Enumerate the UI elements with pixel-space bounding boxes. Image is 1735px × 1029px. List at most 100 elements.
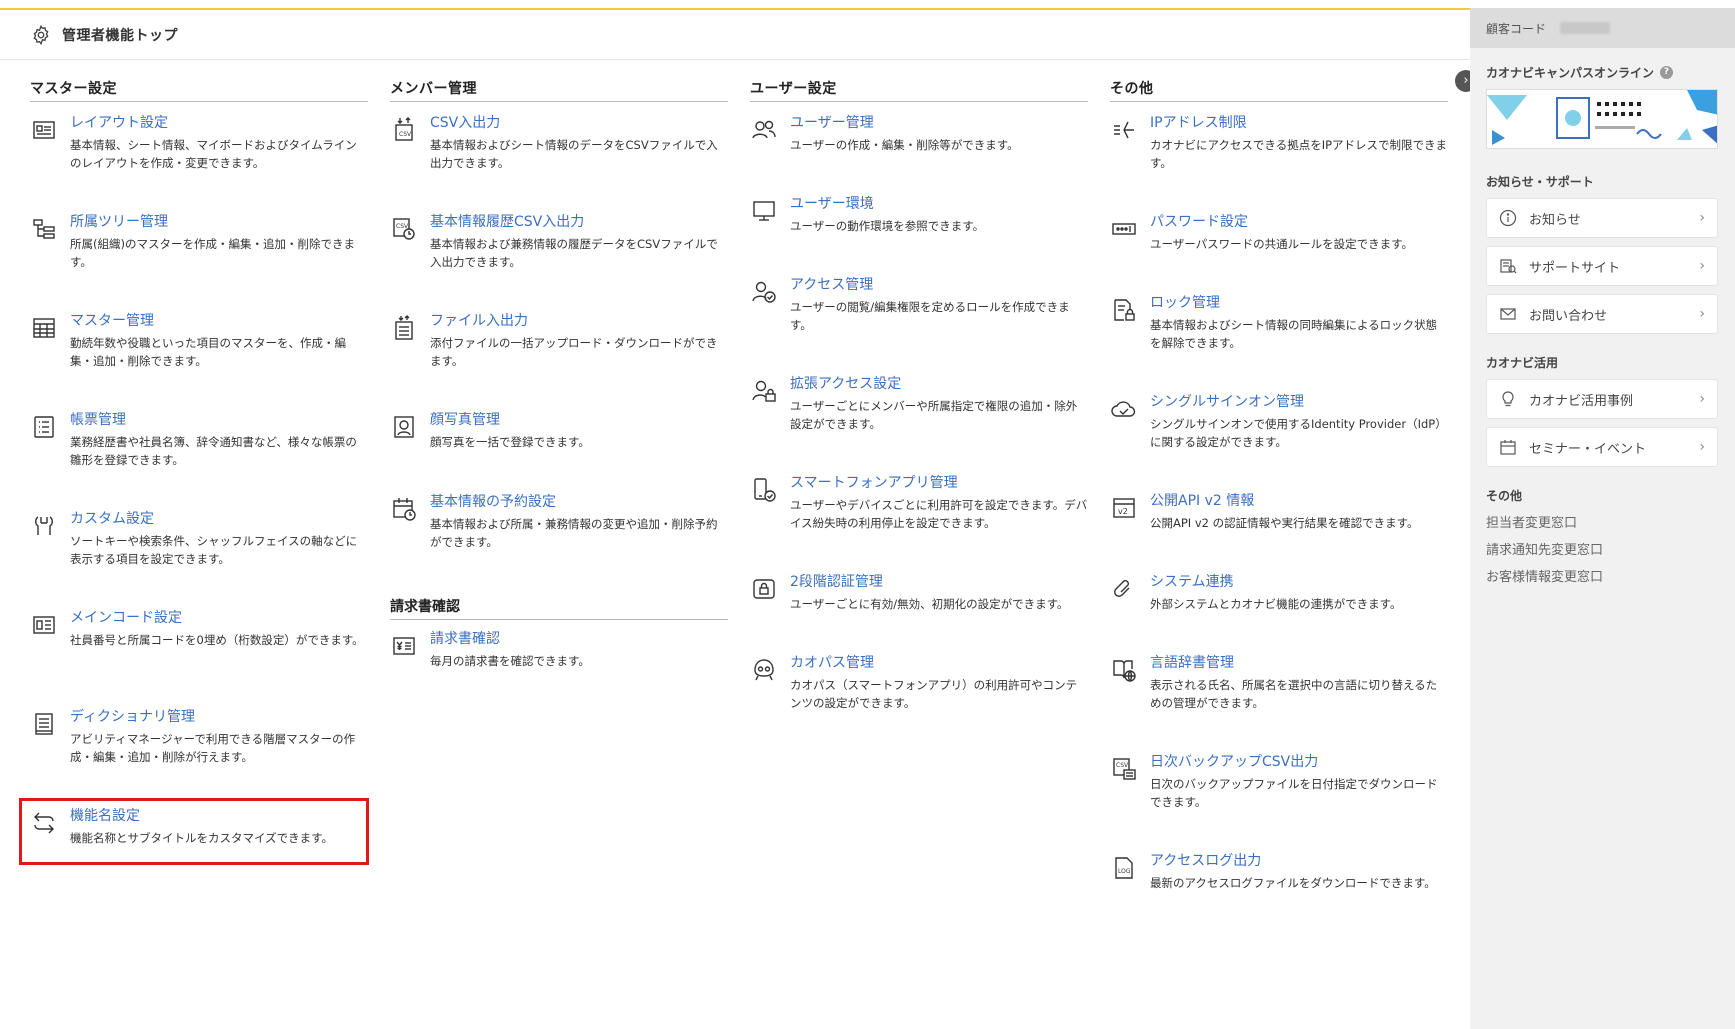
menu-item-lock[interactable]: ロック管理 基本情報およびシート情報の同時編集によるロック状態を解除できます。 [1110, 294, 1448, 352]
menu-item-daily-backup[interactable]: CSV 日次バックアップCSV出力 日次のバックアップファイルを日付指定でダウンロ… [1110, 753, 1448, 811]
chevron-right-icon: › [1699, 439, 1705, 455]
menu-item-label[interactable]: カスタム設定 [70, 510, 368, 528]
menu-item-desc: ユーザーパスワードの共通ルールを設定できます。 [1150, 237, 1414, 251]
other-link-customer-info[interactable]: お客様情報変更窓口 [1486, 566, 1719, 585]
use-link-seminar[interactable]: セミナー・イベント › [1486, 427, 1718, 467]
menu-item-label[interactable]: IPアドレス制限 [1150, 114, 1448, 132]
menu-item-ip-restriction[interactable]: IPアドレス制限 カオナビにアクセスできる拠点をIPアドレスで制限できます。 [1110, 114, 1448, 172]
menu-item-user-management[interactable]: ユーザー管理ユーザーの作成・編集・削除等ができます。 [750, 114, 1088, 154]
chevron-right-icon: › [1699, 306, 1705, 322]
menu-item-user-env[interactable]: ユーザー環境ユーザーの動作環境を参照できます。 [750, 195, 1088, 235]
column-heading: ユーザー設定 [750, 78, 1088, 102]
support-link-contact[interactable]: お問い合わせ › [1486, 294, 1718, 334]
menu-item-label[interactable]: 基本情報履歴CSV入出力 [430, 213, 728, 231]
doc-lock-icon [1114, 299, 1135, 321]
menu-item-public-api[interactable]: v2 公開API v2 情報 公開API v2 の認証情報や実行結果を確認できます… [1110, 492, 1448, 532]
campus-banner[interactable] [1486, 89, 1718, 149]
subsection-heading: 請求書確認 [390, 596, 728, 620]
menu-item-desc: 顔写真を一括で登録できます。 [430, 435, 590, 449]
menu-item-sso[interactable]: シングルサインオン管理 シングルサインオンで使用するIdentity Provid… [1110, 393, 1448, 451]
menu-item-layout[interactable]: レイアウト設定基本情報、シート情報、マイボードおよびタイムラインのレイアウトを作… [30, 114, 368, 172]
menu-item-kaopass[interactable]: カオパス管理カオパス（スマートフォンアプリ）の利用許可やコンテンツの設定ができま… [750, 654, 1088, 712]
menu-item-file-io[interactable]: ファイル入出力添付ファイルの一括アップロード・ダウンロードができます。 [390, 312, 728, 370]
menu-item-password[interactable]: パスワード設定ユーザーパスワードの共通ルールを設定できます。 [1110, 213, 1448, 253]
other-link-contact-person[interactable]: 担当者変更窓口 [1486, 512, 1719, 531]
menu-item-smartphone[interactable]: スマートフォンアプリ管理ユーザーやデバイスごとに利用許可を設定できます。デバイス… [750, 474, 1088, 532]
menu-item-label[interactable]: アクセスログ出力 [1150, 852, 1448, 870]
column-heading: マスター設定 [30, 78, 368, 102]
menu-item-language-dictionary[interactable]: 言語辞書管理 表示される氏名、所属名を選択中の言語に切り替えるための管理ができます… [1110, 654, 1448, 712]
menu-item-label[interactable]: 顔写真管理 [430, 411, 728, 429]
menu-item-label[interactable]: 所属ツリー管理 [70, 213, 368, 231]
menu-item-label[interactable]: パスワード設定 [1150, 213, 1448, 231]
support-link-support-site[interactable]: サポートサイト › [1486, 246, 1718, 286]
menu-item-desc: ユーザーの作成・編集・削除等ができます。 [790, 138, 1019, 152]
menu-item-label[interactable]: ユーザー管理 [790, 114, 1088, 132]
menu-item-label[interactable]: 拡張アクセス設定 [790, 375, 1088, 393]
menu-item-access-log[interactable]: LOG アクセスログ出力 最新のアクセスログファイルをダウンロードできます。 [1110, 852, 1448, 892]
cloud-check-icon [1111, 401, 1136, 417]
menu-item-extended-access[interactable]: 拡張アクセス設定 ユーザーごとにメンバーや所属指定で権限の追加・除外設定ができます… [750, 375, 1088, 433]
menu-item-label[interactable]: 請求書確認 [430, 630, 728, 648]
menu-item-access[interactable]: アクセス管理 ユーザーの閲覧/編集権限を定めるロールを作成できます。 [750, 276, 1088, 334]
menu-item-custom[interactable]: カスタム設定 ソートキーや検索条件、シャッフルフェイスの軸などに表示する項目を設定… [30, 510, 368, 568]
menu-item-label[interactable]: ロック管理 [1150, 294, 1448, 312]
support-link-news[interactable]: お知らせ › [1486, 198, 1718, 238]
menu-item-label[interactable]: 公開API v2 情報 [1150, 492, 1448, 510]
user-check-icon [752, 281, 776, 303]
menu-item-label[interactable]: 言語辞書管理 [1150, 654, 1448, 672]
use-link-cases[interactable]: カオナビ活用事例 › [1486, 379, 1718, 419]
chevron-right-icon: › [1699, 210, 1705, 226]
menu-item-label[interactable]: ファイル入出力 [430, 312, 728, 330]
menu-item-label[interactable]: ディクショナリ管理 [70, 708, 368, 726]
menu-item-main-code[interactable]: メインコード設定 社員番号と所属コードを0埋め（桁数設定）ができます。 [30, 609, 368, 649]
invoice-icon [393, 637, 415, 655]
grid-icon [33, 318, 55, 338]
menu-item-label[interactable]: 基本情報の予約設定 [430, 493, 728, 511]
menu-item-label[interactable]: 日次バックアップCSV出力 [1150, 753, 1448, 771]
menu-item-label[interactable]: アクセス管理 [790, 276, 1088, 294]
menu-item-label[interactable]: レイアウト設定 [70, 114, 368, 132]
column-heading: その他 [1110, 78, 1448, 102]
menu-item-desc: 基本情報、シート情報、マイボードおよびタイムラインのレイアウトを作成・変更できま… [70, 138, 357, 170]
menu-item-label[interactable]: マスター管理 [70, 312, 368, 330]
menu-item-label[interactable]: CSV入出力 [430, 114, 728, 132]
menu-item-desc: 基本情報およびシート情報のデータをCSVファイルで入出力できます。 [430, 138, 718, 170]
menu-item-label[interactable]: スマートフォンアプリ管理 [790, 474, 1088, 492]
menu-item-history-csv[interactable]: CSV 基本情報履歴CSV入出力 基本情報および兼務情報の履歴データをCSVファイ… [390, 213, 728, 271]
menu-item-2fa[interactable]: 2段階認証管理ユーザーごとに有効/無効、初期化の設定ができます。 [750, 573, 1088, 613]
lock-shield-icon [753, 579, 775, 599]
menu-item-reservation[interactable]: 基本情報の予約設定 基本情報および所属・兼務情報の変更や追加・削除予約ができます。 [390, 493, 728, 551]
menu-item-desc: ユーザーごとに有効/無効、初期化の設定ができます。 [790, 597, 1069, 611]
menu-item-system-integration[interactable]: システム連携外部システムとカオナビ機能の連携ができます。 [1110, 573, 1448, 613]
menu-item-desc: 添付ファイルの一括アップロード・ダウンロードができます。 [430, 336, 718, 368]
menu-item-desc: カオパス（スマートフォンアプリ）の利用許可やコンテンツの設定ができます。 [790, 678, 1078, 710]
page-title: 管理者機能トップ [62, 27, 178, 44]
menu-item-label[interactable]: 2段階認証管理 [790, 573, 1088, 591]
menu-item-label[interactable]: カオパス管理 [790, 654, 1088, 672]
menu-item-label[interactable]: シングルサインオン管理 [1150, 393, 1448, 411]
menu-item-dictionary[interactable]: ディクショナリ管理アビリティマネージャーで利用できる階層マスターの作成・編集・追… [30, 708, 368, 766]
menu-item-org-tree[interactable]: 所属ツリー管理 所属(組織)のマスターを作成・編集・追加・削除できます。 [30, 213, 368, 271]
menu-item-label[interactable]: 帳票管理 [70, 411, 368, 429]
menu-item-desc: 公開API v2 の認証情報や実行結果を確認できます。 [1150, 516, 1419, 530]
menu-item-csv-io[interactable]: CSV CSV入出力 基本情報およびシート情報のデータをCSVファイルで入出力でき… [390, 114, 728, 172]
menu-item-desc: 外部システムとカオナビ機能の連携ができます。 [1150, 597, 1402, 611]
menu-item-label[interactable]: メインコード設定 [70, 609, 368, 627]
column-user-settings: ユーザー設定 ユーザー管理ユーザーの作成・編集・削除等ができます。 ユーザー環境… [750, 78, 1088, 710]
menu-item-invoice[interactable]: 請求書確認 毎月の請求書を確認できます。 [390, 630, 728, 670]
menu-item-label[interactable]: システム連携 [1150, 573, 1448, 591]
lightbulb-icon [1502, 391, 1514, 407]
menu-item-photo[interactable]: 顔写真管理顔写真を一括で登録できます。 [390, 411, 728, 451]
menu-item-master[interactable]: マスター管理勤続年数や役職といった項目のマスターを、作成・編集・追加・削除できま… [30, 312, 368, 370]
menu-item-label[interactable]: ユーザー環境 [790, 195, 1088, 213]
help-icon[interactable]: ? [1660, 66, 1674, 79]
menu-item-desc: ユーザーの動作環境を参照できます。 [790, 219, 985, 233]
menu-item-desc: アビリティマネージャーで利用できる階層マスターの作成・編集・追加・削除が行えます… [70, 732, 356, 764]
menu-item-desc: 勤続年数や役職といった項目のマスターを、作成・編集・追加・削除できます。 [70, 336, 346, 368]
column-other: その他 IPアドレス制限 カオナビにアクセスできる拠点をIPアドレスで制限できます… [1110, 78, 1448, 890]
sidebar: 顧客コード カオナビキャンパスオンライン? お知らせ・サポート お知らせ › サ… [1470, 8, 1735, 1029]
menu-item-forms[interactable]: 帳票管理 業務経歴書や社員名簿、辞令通知書など、様々な帳票の雛形を登録できます。 [30, 411, 368, 469]
other-link-billing-contact[interactable]: 請求通知先変更窓口 [1486, 539, 1719, 558]
menu-item-desc: ユーザーやデバイスごとに利用許可を設定できます。デバイス紛失時の利用停止を設定で… [790, 498, 1088, 530]
